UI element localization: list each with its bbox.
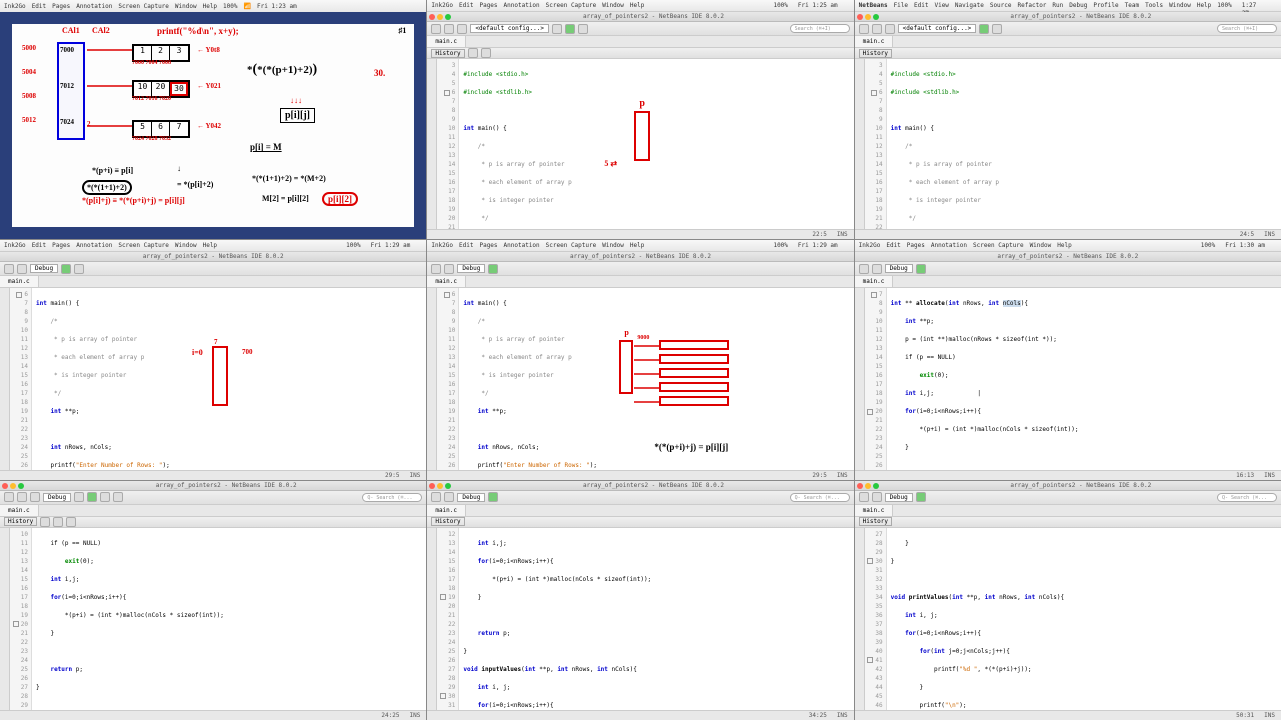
- app-name: Ink2Go: [4, 3, 26, 10]
- editor-tabs[interactable]: main.c: [427, 36, 853, 48]
- panel-9-netbeans: array_of_pointers2 - NetBeans IDE 8.0.2 …: [855, 481, 1281, 720]
- panel-2-netbeans: Ink2GoEditPagesAnnotationScreen CaptureW…: [427, 0, 853, 239]
- nb-toolbar[interactable]: <default config...> Search (⌘+I): [427, 22, 853, 36]
- wifi-icon: 📶: [244, 3, 251, 10]
- panel-4-netbeans: Ink2GoEditPagesAnnotationScreen CaptureW…: [0, 240, 426, 479]
- code-area[interactable]: #include <stdio.h> #include <stdlib.h> i…: [459, 59, 853, 229]
- config-dropdown[interactable]: <default config...>: [470, 24, 549, 33]
- line-gutter: 34567891011121314151617181920212223: [437, 59, 459, 229]
- save-icon[interactable]: [457, 24, 467, 34]
- panel-6-netbeans: Ink2GoEditPagesAnnotationScreen CaptureW…: [855, 240, 1281, 479]
- ink-menubar[interactable]: Ink2Go Edit Pages Annotation Screen Capt…: [0, 0, 426, 12]
- debug-icon[interactable]: [578, 24, 588, 34]
- panel-3-netbeans: NetBeansFileEditViewNavigateSourceRefact…: [855, 0, 1281, 239]
- panel-5-netbeans: Ink2GoEditPagesAnnotationScreen CaptureW…: [427, 240, 853, 479]
- new-file-icon[interactable]: [431, 24, 441, 34]
- nb-menubar[interactable]: NetBeansFileEditViewNavigateSourceRefact…: [855, 0, 1281, 12]
- statusbar: 22:5INS: [427, 229, 853, 239]
- sidebar-projects[interactable]: [427, 59, 437, 229]
- code-editor[interactable]: 34567891011121314151617181920212223 #inc…: [427, 59, 853, 229]
- panel-7-netbeans: array_of_pointers2 - NetBeans IDE 8.0.2 …: [0, 481, 426, 720]
- cursor-pos: 22:5: [812, 231, 826, 238]
- run-icon[interactable]: [979, 24, 989, 34]
- open-icon[interactable]: [444, 24, 454, 34]
- panel-1-whiteboard: Ink2Go Edit Pages Annotation Screen Capt…: [0, 0, 426, 239]
- panel-8-netbeans: array_of_pointers2 - NetBeans IDE 8.0.2 …: [427, 481, 853, 720]
- build-icon[interactable]: [552, 24, 562, 34]
- window-title: array_of_pointers2 - NetBeans IDE 8.0.2: [427, 12, 853, 22]
- ink-menubar-overlay[interactable]: Ink2GoEditPagesAnnotationScreen CaptureW…: [427, 0, 853, 12]
- run-icon[interactable]: [565, 24, 575, 34]
- search-input[interactable]: Search (⌘+I): [790, 24, 850, 33]
- tab-main-c[interactable]: main.c: [427, 36, 466, 47]
- whiteboard-canvas[interactable]: CAl1 CAl2 printf("%d\n", x+y); ♯1 5000 5…: [0, 12, 426, 239]
